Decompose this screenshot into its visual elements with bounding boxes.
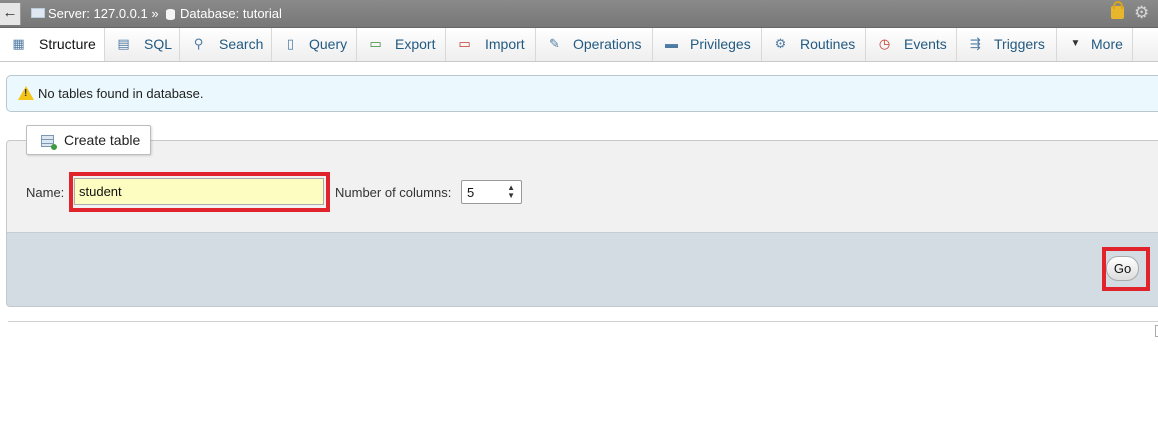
tab-query[interactable]: ▯ Query — [272, 28, 357, 61]
create-table-footer — [6, 232, 1158, 307]
breadcrumb-server[interactable]: Server: 127.0.0.1 » — [48, 6, 159, 21]
top-navigation-bar: ← Server: 127.0.0.1 » Database: tutorial… — [0, 0, 1158, 28]
server-icon — [31, 8, 45, 18]
number-of-columns-label: Number of columns: — [335, 185, 452, 200]
divider — [8, 321, 1158, 322]
import-icon: ▭ — [458, 36, 471, 51]
tab-export[interactable]: ▭ Export — [357, 28, 446, 61]
table-name-label: Name: — [26, 185, 65, 200]
create-table-legend: Create table — [26, 125, 151, 155]
tab-events[interactable]: ◷ Events — [866, 28, 957, 61]
caret-down-icon: ▼ — [1070, 38, 1081, 49]
create-table-icon — [41, 135, 57, 150]
tab-sql[interactable]: ▤ SQL — [105, 28, 180, 61]
tab-structure-label: Structure — [39, 36, 96, 52]
structure-icon: ▦ — [12, 36, 25, 51]
tab-triggers-label: Triggers — [994, 36, 1045, 52]
table-name-input[interactable] — [74, 178, 324, 205]
database-icon — [166, 9, 175, 20]
tab-sql-label: SQL — [144, 36, 173, 52]
back-arrow-icon[interactable]: ← — [0, 3, 21, 25]
notice-message-box: ! No tables found in database. — [6, 75, 1158, 112]
gear-icon[interactable]: ⚙ — [1134, 4, 1149, 22]
tab-more[interactable]: ▼ More — [1057, 28, 1133, 61]
number-of-columns-input[interactable]: 5 ▲ ▼ — [461, 180, 522, 204]
triggers-icon: ⇶ — [970, 36, 981, 51]
query-icon: ▯ — [286, 36, 295, 51]
export-icon: ▭ — [369, 36, 382, 51]
tab-import[interactable]: ▭ Import — [446, 28, 536, 61]
tab-search-label: Search — [219, 36, 264, 52]
warning-icon-mark: ! — [24, 88, 28, 99]
privileges-icon: ▬ — [665, 36, 678, 51]
tab-operations[interactable]: ✎ Operations — [536, 28, 653, 61]
tab-bar: ▦ Structure ▤ SQL ⚲ Search ▯ Query ▭ Exp… — [0, 28, 1158, 62]
tab-query-label: Query — [309, 36, 348, 52]
routines-icon: ⚙ — [774, 36, 787, 51]
clock-icon: ◷ — [878, 36, 891, 51]
breadcrumb-database[interactable]: Database: tutorial — [180, 6, 282, 21]
tab-export-label: Export — [395, 36, 436, 52]
tab-triggers[interactable]: ⇶ Triggers — [957, 28, 1057, 61]
tab-operations-label: Operations — [573, 36, 642, 52]
tab-events-label: Events — [904, 36, 947, 52]
tab-routines-label: Routines — [800, 36, 856, 52]
tab-structure[interactable]: ▦ Structure — [0, 28, 105, 61]
spinner-arrows-icon[interactable]: ▲ ▼ — [507, 184, 515, 200]
search-icon: ⚲ — [193, 36, 204, 51]
go-button[interactable]: Go — [1106, 256, 1139, 281]
tab-routines[interactable]: ⚙ Routines — [762, 28, 866, 61]
tab-more-label: More — [1091, 36, 1123, 52]
lock-icon[interactable] — [1111, 1, 1124, 19]
wrench-icon: ✎ — [549, 36, 560, 51]
tab-import-label: Import — [485, 36, 525, 52]
tab-search[interactable]: ⚲ Search — [180, 28, 272, 61]
sql-icon: ▤ — [117, 36, 130, 51]
notice-text: No tables found in database. — [38, 86, 204, 101]
create-table-legend-label: Create table — [64, 132, 141, 148]
number-of-columns-value: 5 — [467, 185, 475, 200]
tab-privileges-label: Privileges — [690, 36, 751, 52]
tab-privileges[interactable]: ▬ Privileges — [653, 28, 762, 61]
